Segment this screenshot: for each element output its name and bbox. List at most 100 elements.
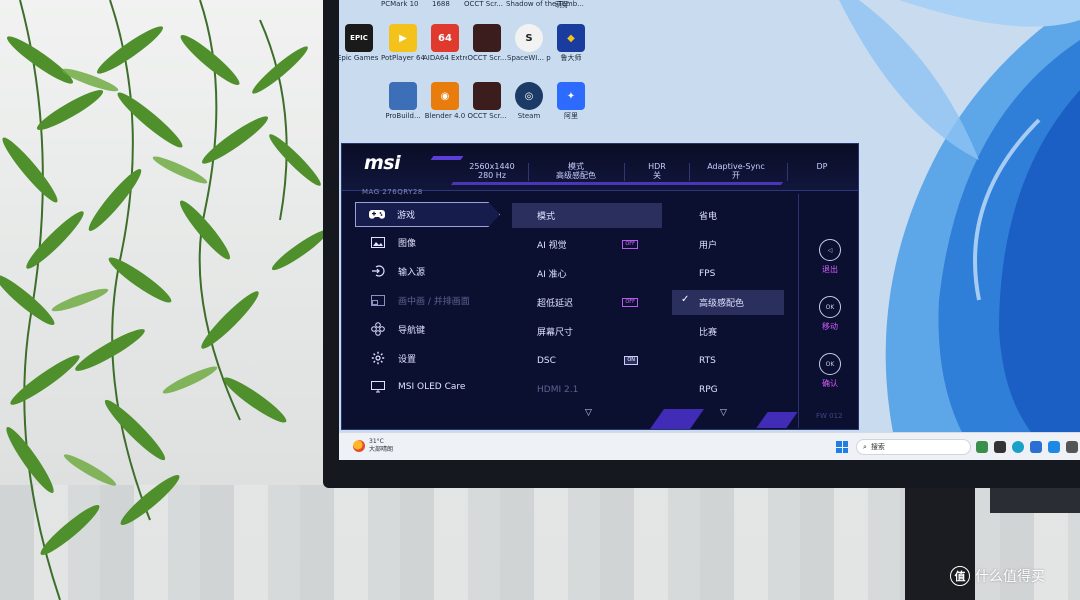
desktop-icon-blender[interactable]: ◉ Blender 4.0 [423, 82, 467, 120]
blender-icon: ◉ [431, 82, 459, 110]
taskbar-search-box[interactable]: ⌕ 搜索 [856, 439, 971, 455]
menu-item-input-source[interactable]: 输入源 [357, 260, 507, 282]
plant-decoration [0, 0, 329, 600]
menu-item-label: 导航键 [398, 325, 426, 336]
status-separator [528, 163, 529, 181]
option-rts[interactable]: RTS [672, 348, 784, 373]
control-exit[interactable]: ◁ 退出 [810, 239, 850, 275]
taskbar-app-icon[interactable] [976, 441, 988, 453]
menu-item-label: 设置 [398, 354, 417, 365]
weather-icon [353, 440, 365, 452]
search-icon: ⌕ [863, 442, 867, 451]
menu-item-label: 输入源 [398, 267, 426, 278]
on-badge: ON [624, 356, 638, 365]
occt-icon [473, 24, 501, 52]
edge-browser-icon[interactable] [1012, 441, 1024, 453]
control-move[interactable]: OK 移动 [810, 296, 850, 332]
msi-logo: msi [364, 152, 401, 174]
osd-header: msi 2560x1440 280 Hz 模式 高级感配色 HDR 关 Adap… [342, 144, 858, 191]
desktop-icon-label: PCMark 10 [381, 0, 419, 8]
off-badge: OFF [622, 240, 638, 249]
desktop-icon-ali[interactable]: ✦ 阿里 [549, 82, 593, 120]
submenu-item-hdmi[interactable]: HDMI 2.1 [512, 377, 662, 402]
desktop-icon-steam[interactable]: ◎ Steam [507, 82, 551, 120]
model-name: MAG 276QRY28 [362, 188, 423, 196]
potplayer-icon: ▶ [389, 24, 417, 52]
desktop-icon-occt[interactable]: OCCT Scr... [465, 24, 509, 62]
desktop-icon-probuild[interactable]: ProBuild... [381, 82, 425, 120]
submenu-item-ai-vision[interactable]: AI 视觉 OFF [512, 232, 662, 257]
desktop-icon-epic-games[interactable]: EPIC Epic Games Launcher [339, 24, 381, 62]
steam-icon: ◎ [515, 82, 543, 110]
desktop-icon-ludashi[interactable]: ◆ 鲁大师 [549, 24, 593, 62]
submenu-item-mode[interactable]: 模式 [512, 203, 662, 228]
aida64-icon: 64 [431, 24, 459, 52]
submenu-item-ai-crosshair[interactable]: AI 准心 [512, 261, 662, 286]
submenu-item-dsc[interactable]: DSC ON [512, 348, 662, 373]
corner-accent [756, 412, 798, 428]
scroll-down-icon[interactable]: ▽ [720, 408, 727, 418]
status-mode: 模式 高级感配色 [556, 162, 596, 180]
submenu-item-screen-size[interactable]: 屏幕尺寸 [512, 319, 662, 344]
watermark-text: 什么值得买 [975, 569, 1045, 585]
gear-icon [369, 351, 387, 365]
option-premium-color[interactable]: ✓ 高级感配色 [672, 290, 784, 315]
desktop-icon-label: Shadow of the Tomb... [506, 0, 584, 8]
windows-taskbar: 31°C 大部晴朗 ⌕ 搜索 [339, 432, 1080, 460]
option-rpg[interactable]: RPG [672, 377, 784, 402]
desktop-icon-label: 萌芽 [555, 1, 569, 9]
option-power-save[interactable]: 省电 [672, 203, 784, 228]
header-stripe [450, 182, 784, 185]
option-user[interactable]: 用户 [672, 232, 784, 257]
column-divider [798, 194, 799, 428]
firmware-version: FW 012 [816, 412, 843, 420]
menu-item-navigation-key[interactable]: 导航键 [357, 318, 507, 340]
status-hdr: HDR 关 [648, 162, 666, 180]
menu-item-oled-care[interactable]: MSI OLED Care [357, 376, 507, 398]
scroll-down-icon[interactable]: ▽ [585, 408, 592, 418]
spacewi-icon: S [515, 24, 543, 52]
option-fps[interactable]: FPS [672, 261, 784, 286]
menu-item-game[interactable]: 游戏 [355, 202, 500, 227]
watermark-logo-icon: 值 [950, 566, 970, 586]
ludashi-icon: ◆ [557, 24, 585, 52]
monitor-icon [369, 380, 387, 394]
menu-item-label: 图像 [398, 238, 417, 249]
watermark: 值 什么值得买 [950, 566, 1045, 586]
desktop-icon-potplayer[interactable]: ▶ PotPlayer 64 bit [381, 24, 425, 62]
start-button[interactable] [836, 441, 848, 453]
menu-item-image[interactable]: 图像 [357, 231, 507, 253]
status-separator [787, 163, 788, 181]
menu-item-label: 画中画 / 并排画面 [398, 296, 470, 307]
status-input-dp: DP [816, 162, 828, 171]
status-separator [689, 163, 690, 181]
taskbar-app-icon[interactable] [1048, 441, 1060, 453]
corner-accent [649, 409, 705, 429]
desktop-icon-aida64[interactable]: 64 AIDA64 Extreme [423, 24, 467, 62]
weather-widget[interactable]: 31°C 大部晴朗 [369, 438, 393, 454]
option-esports[interactable]: 比赛 [672, 319, 784, 344]
submenu-item-low-latency[interactable]: 超低延迟 OFF [512, 290, 662, 315]
monitor-stand-base [990, 488, 1080, 513]
navigation-key-icon [369, 322, 387, 336]
pip-icon [369, 293, 387, 307]
checkmark-icon: ✓ [681, 294, 690, 305]
header-stripe [430, 156, 464, 160]
desktop-icon-label: OCCT Scr... [464, 0, 503, 8]
off-badge: OFF [622, 298, 638, 307]
status-resolution: 2560x1440 280 Hz [469, 162, 515, 180]
task-view-icon[interactable] [994, 441, 1006, 453]
store-icon[interactable] [1030, 441, 1042, 453]
desktop-icon-occt-2[interactable]: OCCT Scr... [465, 82, 509, 120]
status-adaptive-sync: Adaptive-Sync 开 [707, 162, 765, 180]
input-source-icon [369, 264, 387, 278]
control-confirm[interactable]: OK 确认 [810, 353, 850, 389]
desktop-icon-label: 1688 [432, 0, 450, 8]
status-separator [624, 163, 625, 181]
desktop-icon-spacewi[interactable]: S SpaceWI... pro [507, 24, 551, 62]
menu-item-pip[interactable]: 画中画 / 并排画面 [357, 289, 507, 311]
menu-item-settings[interactable]: 设置 [357, 347, 507, 369]
back-icon: ◁ [819, 239, 841, 261]
taskbar-app-icon[interactable] [1066, 441, 1078, 453]
image-icon [369, 235, 387, 249]
